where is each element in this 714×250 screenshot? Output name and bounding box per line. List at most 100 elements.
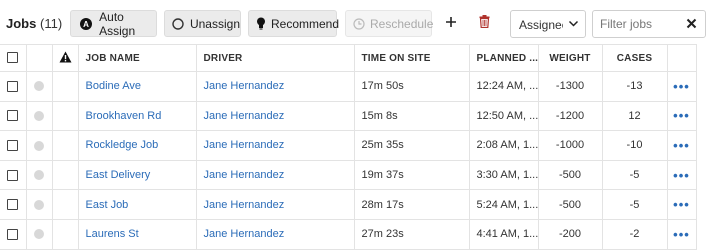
unassign-button[interactable]: Unassign xyxy=(164,10,241,37)
auto-assign-label: Auto Assign xyxy=(99,9,136,38)
column-header-weight[interactable]: WEIGHT xyxy=(538,44,603,72)
row-checkbox[interactable] xyxy=(7,80,19,92)
planned-cell: 4:41 AM, 1... xyxy=(469,219,539,250)
recommend-label: Recommend xyxy=(271,16,340,31)
auto-assign-button[interactable]: A Auto Assign xyxy=(70,9,157,38)
job-name-link[interactable]: Rockledge Job xyxy=(78,130,197,161)
unassign-label: Unassign xyxy=(189,16,240,31)
row-checkbox[interactable] xyxy=(7,110,19,122)
row-checkbox[interactable] xyxy=(7,169,19,181)
clock-icon xyxy=(353,17,365,30)
weight-cell: -500 xyxy=(538,160,603,191)
table-row[interactable]: Laurens St Jane Hernandez 27m 23s 4:41 A… xyxy=(0,219,697,250)
page-title: Jobs xyxy=(6,16,37,31)
driver-link[interactable]: Jane Hernandez xyxy=(196,130,355,161)
select-all-checkbox[interactable] xyxy=(7,52,19,64)
more-options-button[interactable]: ••• xyxy=(673,79,690,94)
status-dot-icon xyxy=(34,140,44,151)
weight-cell: -200 xyxy=(538,219,603,250)
cases-cell: -2 xyxy=(602,219,668,250)
jobs-toolbar: Jobs (11) A Auto Assign Unassign Recomme… xyxy=(0,0,714,44)
add-job-button[interactable] xyxy=(441,13,461,33)
driver-link[interactable]: Jane Hernandez xyxy=(196,189,355,220)
cases-cell: -10 xyxy=(602,130,668,161)
status-dot-icon xyxy=(34,170,44,181)
row-checkbox[interactable] xyxy=(7,140,19,152)
time-on-site-cell: 17m 50s xyxy=(354,71,470,102)
planned-cell: 3:30 AM, 1... xyxy=(469,160,539,191)
driver-link[interactable]: Jane Hernandez xyxy=(196,219,355,250)
column-header-cases[interactable]: CASES xyxy=(602,44,668,72)
column-header-time-on-site[interactable]: TIME ON SITE xyxy=(354,44,470,72)
close-icon[interactable] xyxy=(686,18,697,32)
status-dot-icon xyxy=(34,110,44,121)
job-name-link[interactable]: Brookhaven Rd xyxy=(78,101,197,132)
planned-cell: 12:50 AM, ... xyxy=(469,101,539,132)
status-dot-icon xyxy=(34,229,44,240)
more-options-button[interactable]: ••• xyxy=(673,227,690,242)
status-dot-icon xyxy=(34,199,44,210)
table-row[interactable]: East Delivery Jane Hernandez 19m 37s 3:3… xyxy=(0,160,697,191)
driver-link[interactable]: Jane Hernandez xyxy=(196,160,355,191)
weight-cell: -1300 xyxy=(538,71,603,102)
table-row[interactable]: Rockledge Job Jane Hernandez 25m 35s 2:0… xyxy=(0,130,697,161)
more-options-button[interactable]: ••• xyxy=(673,197,690,212)
select-all-cell xyxy=(0,44,27,72)
jobs-table: JOB NAME DRIVER TIME ON SITE PLANNED ...… xyxy=(0,44,697,250)
lightbulb-icon xyxy=(256,17,266,30)
delete-job-button[interactable] xyxy=(474,13,494,33)
circle-icon xyxy=(172,17,185,30)
more-options-button[interactable]: ••• xyxy=(673,108,690,123)
driver-link[interactable]: Jane Hernandez xyxy=(196,101,355,132)
chevron-down-icon xyxy=(568,18,579,32)
job-name-link[interactable]: East Job xyxy=(78,189,197,220)
time-on-site-cell: 27m 23s xyxy=(354,219,470,250)
cases-cell: -13 xyxy=(602,71,668,102)
reschedule-label: Reschedule xyxy=(370,16,434,31)
planned-cell: 2:08 AM, 1... xyxy=(469,130,539,161)
time-on-site-cell: 15m 8s xyxy=(354,101,470,132)
column-header-driver[interactable]: DRIVER xyxy=(196,44,355,72)
svg-text:A: A xyxy=(83,20,89,29)
status-header xyxy=(26,44,53,72)
trash-icon xyxy=(479,15,490,31)
column-header-job-name[interactable]: JOB NAME xyxy=(78,44,197,72)
warning-header[interactable] xyxy=(52,44,79,72)
more-options-button[interactable]: ••• xyxy=(673,138,690,153)
filter-jobs-field xyxy=(592,10,706,38)
jobs-count: (11) xyxy=(40,16,63,31)
recommend-button[interactable]: Recommend xyxy=(248,10,340,37)
more-options-button[interactable]: ••• xyxy=(673,168,690,183)
filter-jobs-input[interactable] xyxy=(600,16,680,32)
weight-cell: -500 xyxy=(538,189,603,220)
column-header-planned[interactable]: PLANNED ... xyxy=(469,44,539,72)
reschedule-button[interactable]: Reschedule xyxy=(345,10,434,37)
row-checkbox[interactable] xyxy=(7,228,19,240)
cases-cell: -5 xyxy=(602,160,668,191)
time-on-site-cell: 19m 37s xyxy=(354,160,470,191)
table-header-row: JOB NAME DRIVER TIME ON SITE PLANNED ...… xyxy=(0,44,697,72)
table-row[interactable]: East Job Jane Hernandez 28m 17s 5:24 AM,… xyxy=(0,189,697,220)
assignee-select-value: Assignee xyxy=(519,18,563,32)
weight-cell: -1000 xyxy=(538,130,603,161)
table-row[interactable]: Brookhaven Rd Jane Hernandez 15m 8s 12:5… xyxy=(0,101,697,132)
plus-icon xyxy=(445,16,457,31)
time-on-site-cell: 28m 17s xyxy=(354,189,470,220)
warning-icon xyxy=(59,51,72,66)
planned-cell: 12:24 AM, ... xyxy=(469,71,539,102)
status-dot-icon xyxy=(34,81,44,92)
planned-cell: 5:24 AM, 1... xyxy=(469,189,539,220)
job-name-link[interactable]: Laurens St xyxy=(78,219,197,250)
cases-cell: -5 xyxy=(602,189,668,220)
time-on-site-cell: 25m 35s xyxy=(354,130,470,161)
row-checkbox[interactable] xyxy=(7,199,19,211)
auto-assign-icon: A xyxy=(78,17,94,30)
actions-header xyxy=(667,44,697,72)
job-name-link[interactable]: East Delivery xyxy=(78,160,197,191)
driver-link[interactable]: Jane Hernandez xyxy=(196,71,355,102)
weight-cell: -1200 xyxy=(538,101,603,132)
table-row[interactable]: Bodine Ave Jane Hernandez 17m 50s 12:24 … xyxy=(0,71,697,102)
cases-cell: 12 xyxy=(602,101,668,132)
job-name-link[interactable]: Bodine Ave xyxy=(78,71,197,102)
assignee-select[interactable]: Assignee xyxy=(510,10,586,38)
